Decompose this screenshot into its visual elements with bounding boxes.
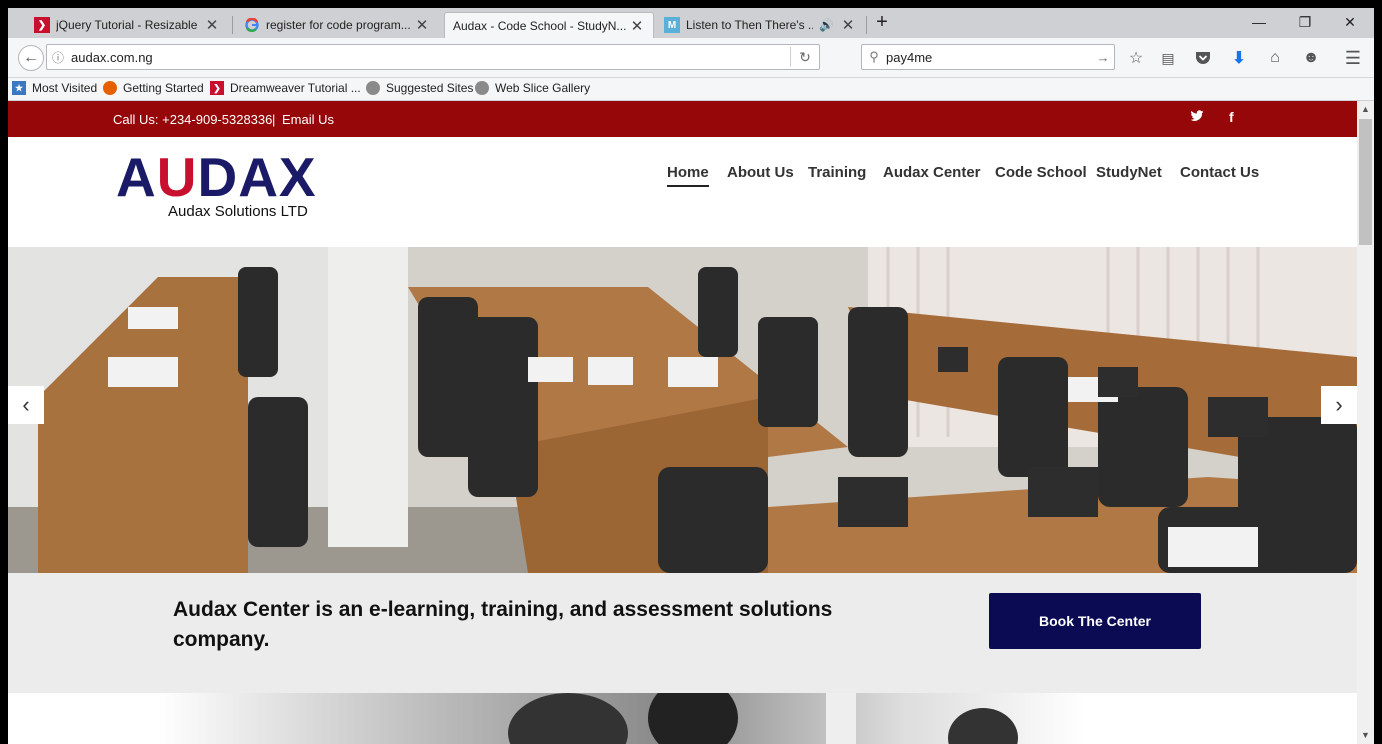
hero-slider: ‹ › xyxy=(8,247,1357,573)
dreamweaver-favicon-icon: ❯ xyxy=(34,17,50,33)
google-favicon-icon xyxy=(244,17,260,33)
firefox-icon xyxy=(103,81,117,95)
classroom-photo xyxy=(8,247,1357,573)
nav-home[interactable]: Home xyxy=(667,164,709,187)
tab-title: Listen to Then There's ... xyxy=(686,18,814,32)
bookmark-getting-started[interactable]: Getting Started xyxy=(103,81,204,95)
nav-code-school[interactable]: Code School xyxy=(995,164,1087,181)
tab-jquery-tutorial[interactable]: ❯ jQuery Tutorial - Resizable ✕ xyxy=(26,12,228,38)
minimize-button[interactable]: — xyxy=(1237,8,1281,36)
logo-wordmark: AUDAX xyxy=(116,146,317,208)
close-tab-icon[interactable]: ✕ xyxy=(204,16,220,34)
audax-logo[interactable]: AUDAX Audax Solutions LTD xyxy=(116,146,376,223)
info-icon[interactable]: ⓘ xyxy=(47,49,69,66)
back-arrow-icon: ← xyxy=(23,49,39,66)
tab-strip: ❯ jQuery Tutorial - Resizable ✕ register… xyxy=(8,8,1374,38)
nav-about-us[interactable]: About Us xyxy=(727,164,794,181)
reload-icon[interactable]: ↻ xyxy=(791,49,819,66)
globe-icon xyxy=(366,81,380,95)
tab-title: jQuery Tutorial - Resizable xyxy=(56,18,198,32)
bookmark-label: Most Visited xyxy=(32,81,98,95)
restore-button[interactable]: ❐ xyxy=(1283,8,1327,36)
dreamweaver-icon: ❯ xyxy=(210,81,224,95)
home-icon[interactable]: ⌂ xyxy=(1263,46,1287,70)
tab-separator xyxy=(232,16,233,34)
close-window-button[interactable]: ✕ xyxy=(1328,8,1372,36)
tab-audax-code-school[interactable]: Audax - Code School - StudyN... ✕ xyxy=(444,12,654,38)
tab-title: register for code program... xyxy=(266,18,411,32)
close-tab-icon[interactable]: ✕ xyxy=(414,16,430,34)
email-us-link[interactable]: Email Us xyxy=(282,112,334,127)
logo-tagline: Audax Solutions LTD xyxy=(168,203,308,220)
bookmark-suggested-sites[interactable]: Suggested Sites xyxy=(366,81,473,95)
browser-window: ❯ jQuery Tutorial - Resizable ✕ register… xyxy=(8,8,1374,744)
slider-prev-button[interactable]: ‹ xyxy=(8,386,44,424)
bookmark-label: Suggested Sites xyxy=(386,81,474,95)
bookmark-label: Dreamweaver Tutorial ... xyxy=(230,81,361,95)
bookmark-label: Getting Started xyxy=(123,81,204,95)
site-header: AUDAX Audax Solutions LTD Home About Us … xyxy=(8,137,1357,247)
bookmark-most-visited[interactable]: ★ Most Visited xyxy=(12,81,97,95)
bookmark-star-icon[interactable]: ☆ xyxy=(1124,46,1148,70)
music-favicon-icon: M xyxy=(664,17,680,33)
chat-icon[interactable]: ☻ xyxy=(1299,46,1323,70)
scrollbar-thumb[interactable] xyxy=(1359,119,1372,245)
url-bar[interactable]: ⓘ audax.com.ng ↻ xyxy=(46,44,820,70)
facebook-icon[interactable]: f xyxy=(1229,109,1234,125)
tab-register-code-program[interactable]: register for code program... ✕ xyxy=(236,12,438,38)
downloads-icon[interactable]: ⬇ xyxy=(1227,46,1251,70)
web-page: Call Us: +234-909-5328336 | Email Us f A… xyxy=(8,101,1357,744)
new-tab-button[interactable]: + xyxy=(860,8,904,36)
bookmark-dreamweaver-tutorial[interactable]: ❯ Dreamweaver Tutorial ... xyxy=(210,81,361,95)
call-us-text: Call Us: +234-909-5328336 xyxy=(113,112,273,127)
intro-band: Audax Center is an e-learning, training,… xyxy=(8,573,1357,693)
scroll-up-icon[interactable]: ▲ xyxy=(1357,101,1374,118)
bookmarks-toolbar: ★ Most Visited Getting Started ❯ Dreamwe… xyxy=(8,78,1374,101)
search-bar[interactable]: ⚲ pay4me → xyxy=(861,44,1115,70)
slider-next-button[interactable]: › xyxy=(1321,386,1357,424)
tab-listen-then-theres[interactable]: M Listen to Then There's ... 🔊 ✕ xyxy=(656,12,864,38)
tab-title: Audax - Code School - StudyN... xyxy=(453,18,627,33)
search-text[interactable]: pay4me xyxy=(886,50,1092,65)
nav-training[interactable]: Training xyxy=(808,164,866,181)
navigation-toolbar: ← ⓘ audax.com.ng ↻ ⚲ pay4me → ☆ ▤ ⬇ ⌂ ☻ … xyxy=(8,38,1374,78)
page-scrollbar[interactable]: ▲ ▼ xyxy=(1357,101,1374,744)
reading-list-icon[interactable]: ▤ xyxy=(1156,46,1180,70)
nav-contact-us[interactable]: Contact Us xyxy=(1180,164,1259,181)
globe-icon xyxy=(475,81,489,95)
close-tab-icon[interactable]: ✕ xyxy=(840,16,856,34)
nav-audax-center[interactable]: Audax Center xyxy=(883,164,981,181)
twitter-icon[interactable] xyxy=(1190,109,1204,126)
most-visited-icon: ★ xyxy=(12,81,26,95)
contact-topbar: Call Us: +234-909-5328336 | Email Us f xyxy=(8,101,1357,137)
back-button[interactable]: ← xyxy=(18,45,44,71)
next-section-image xyxy=(8,693,1357,744)
nav-studynet[interactable]: StudyNet xyxy=(1096,164,1162,181)
pocket-icon[interactable] xyxy=(1191,46,1215,70)
close-tab-icon[interactable]: ✕ xyxy=(629,17,645,35)
book-the-center-button[interactable]: Book The Center xyxy=(989,593,1201,649)
search-go-icon[interactable]: → xyxy=(1092,50,1114,65)
menu-icon[interactable]: ☰ xyxy=(1341,46,1365,70)
search-icon: ⚲ xyxy=(869,49,879,64)
bookmark-label: Web Slice Gallery xyxy=(495,81,591,95)
speaker-icon[interactable]: 🔊 xyxy=(819,18,834,32)
intro-message: Audax Center is an e-learning, training,… xyxy=(173,598,833,651)
students-photo xyxy=(158,693,1088,744)
bookmark-web-slice-gallery[interactable]: Web Slice Gallery xyxy=(475,81,590,95)
topbar-separator: | xyxy=(272,112,276,127)
scroll-down-icon[interactable]: ▼ xyxy=(1357,727,1374,744)
url-text[interactable]: audax.com.ng xyxy=(69,50,790,65)
